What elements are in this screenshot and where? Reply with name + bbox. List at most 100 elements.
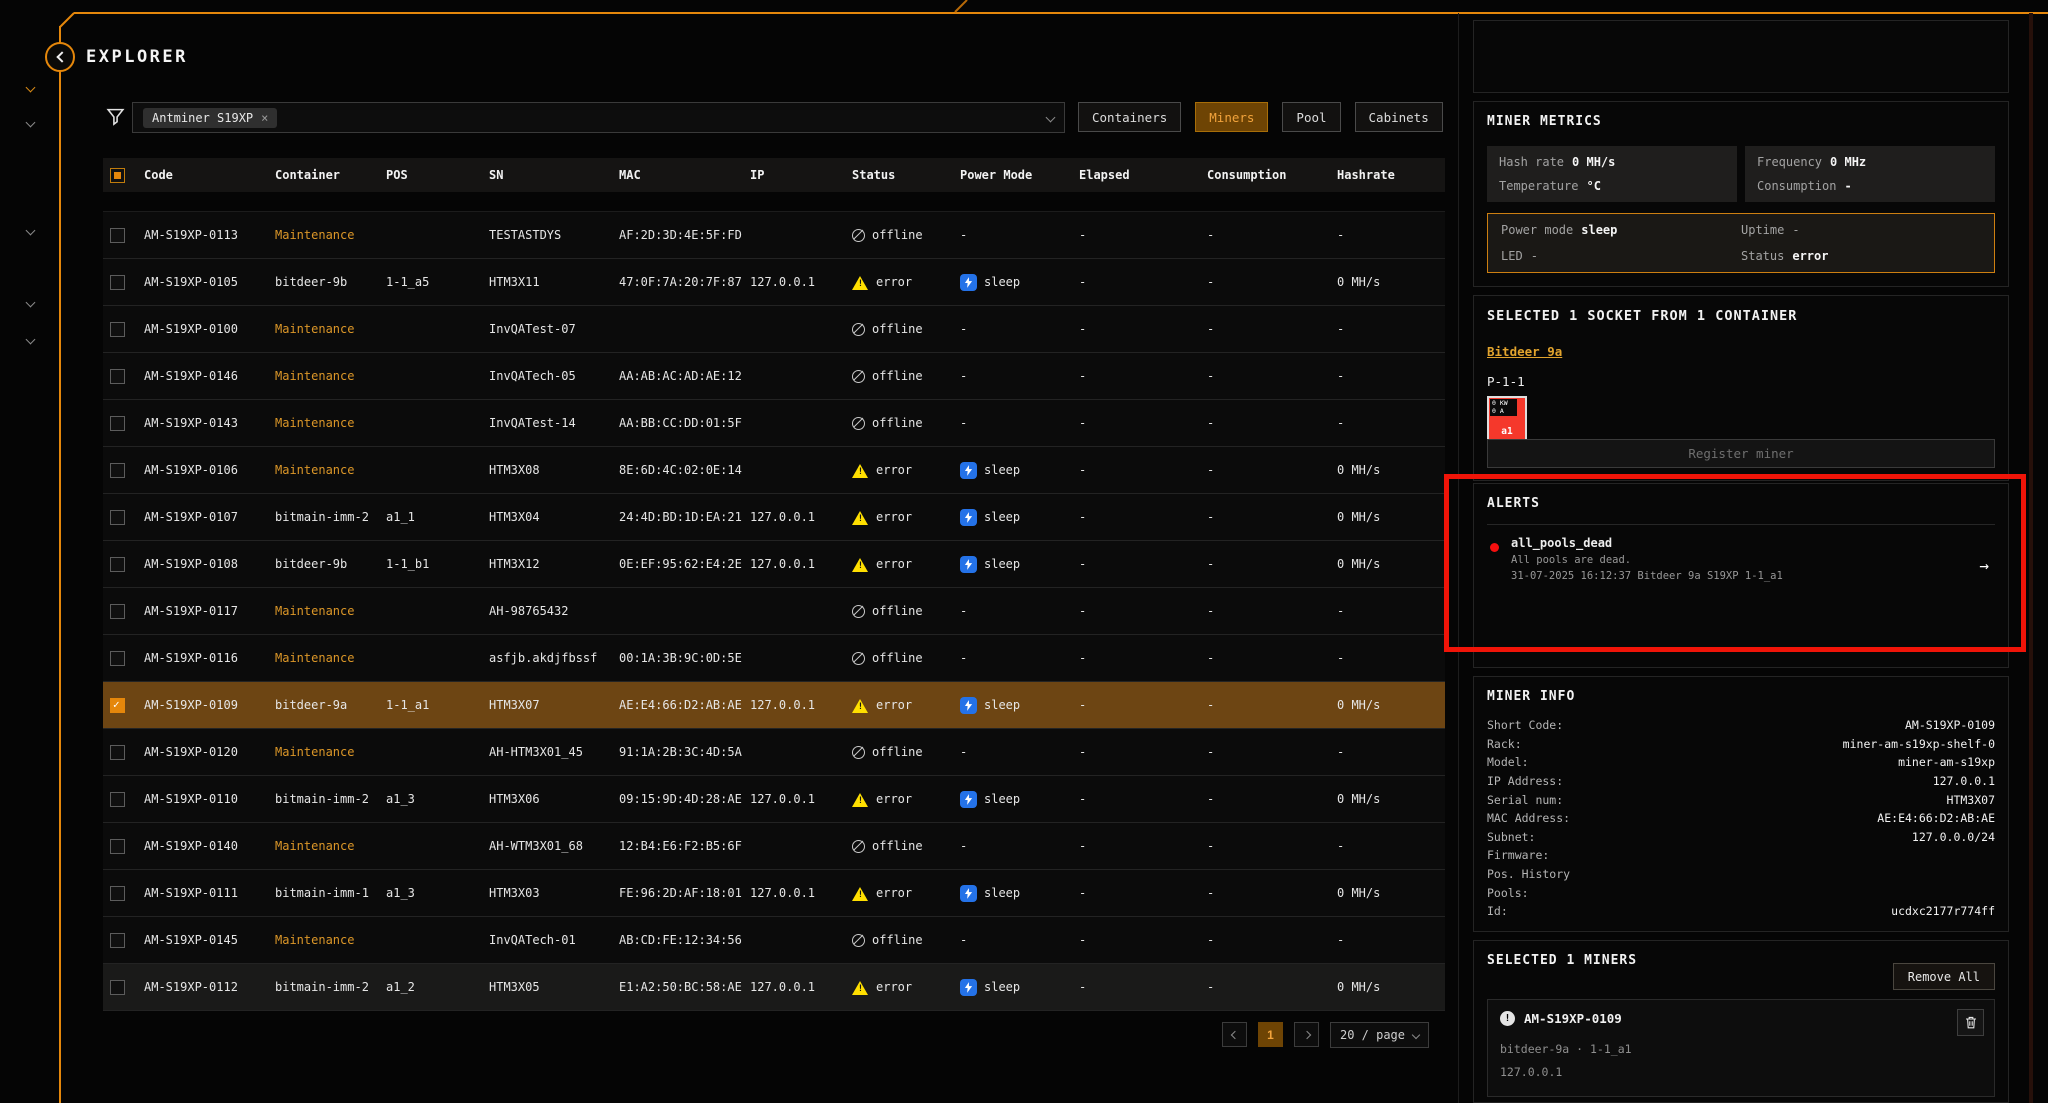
table-row[interactable]: AM-S19XP-0146 Maintenance InvQATech-05 A…: [103, 353, 1445, 400]
table-row[interactable]: AM-S19XP-0105 bitdeer-9b 1-1_a5 HTM3X11 …: [103, 259, 1445, 306]
cell-pos: 1-1_a5: [386, 259, 485, 305]
row-checkbox[interactable]: [110, 228, 125, 243]
table-row[interactable]: AM-S19XP-0100 Maintenance InvQATest-07 !…: [103, 306, 1445, 353]
row-checkbox[interactable]: [110, 557, 125, 572]
status-label: offline: [872, 322, 923, 336]
table-row[interactable]: AM-S19XP-0145 Maintenance InvQATech-01 A…: [103, 917, 1445, 964]
cell-consumption: -: [1207, 494, 1333, 540]
column-header[interactable]: Hashrate: [1337, 158, 1441, 192]
filter-input[interactable]: Antminer S19XP: [132, 102, 1065, 133]
alerts-card: ALERTS all_pools_dead All pools are dead…: [1473, 483, 2009, 668]
sidebar-chevron-down-icon[interactable]: [26, 118, 36, 128]
table-row[interactable]: AM-S19XP-0112 bitmain-imm-2 a1_2 HTM3X05…: [103, 964, 1445, 1011]
row-checkbox[interactable]: [110, 604, 125, 619]
column-header[interactable]: SN: [489, 158, 615, 192]
table-row[interactable]: AM-S19XP-0108 bitdeer-9b 1-1_b1 HTM3X12 …: [103, 541, 1445, 588]
table-body: AM-S19XP-0113 Maintenance TESTASTDYS AF:…: [103, 212, 1445, 1011]
info-label: MAC Address:: [1487, 811, 1570, 825]
row-checkbox[interactable]: [110, 416, 125, 431]
scrollbar[interactable]: [2029, 13, 2033, 1103]
row-checkbox[interactable]: [110, 275, 125, 290]
cell-sn: InvQATech-05: [489, 353, 615, 399]
row-checkbox[interactable]: [110, 933, 125, 948]
cell-status: ! error: [852, 870, 956, 916]
table-row[interactable]: AM-S19XP-0113 Maintenance TESTASTDYS AF:…: [103, 212, 1445, 259]
row-checkbox[interactable]: [110, 322, 125, 337]
table-row[interactable]: AM-S19XP-0109 bitdeer-9a 1-1_a1 HTM3X07 …: [103, 682, 1445, 729]
table-row[interactable]: AM-S19XP-0140 Maintenance AH-WTM3X01_68 …: [103, 823, 1445, 870]
next-page-button[interactable]: [1294, 1022, 1319, 1047]
info-label: Subnet:: [1487, 830, 1535, 844]
cell-ip: [750, 447, 848, 493]
row-checkbox[interactable]: [110, 792, 125, 807]
column-header[interactable]: Code: [144, 158, 271, 192]
info-label: Pools:: [1487, 886, 1529, 900]
cell-hashrate: -: [1337, 823, 1441, 869]
current-page-button[interactable]: 1: [1258, 1022, 1283, 1047]
row-checkbox[interactable]: [110, 698, 125, 713]
row-checkbox[interactable]: [110, 980, 125, 995]
container-link[interactable]: Bitdeer 9a: [1487, 344, 1562, 359]
row-checkbox[interactable]: [110, 510, 125, 525]
sidebar-chevron-down-icon[interactable]: [26, 335, 36, 345]
page-size-value: 20 / page: [1340, 1028, 1405, 1042]
table-row[interactable]: AM-S19XP-0116 Maintenance asfjb.akdjfbss…: [103, 635, 1445, 682]
socket-tile[interactable]: 0 KW 0 A a1: [1487, 396, 1527, 442]
sidebar-chevron-down-icon[interactable]: [26, 226, 36, 236]
cell-code: AM-S19XP-0140: [144, 823, 271, 869]
prev-page-button[interactable]: [1222, 1022, 1247, 1047]
page-size-select[interactable]: 20 / page: [1330, 1022, 1429, 1048]
column-header[interactable]: Consumption: [1207, 158, 1333, 192]
cell-consumption: -: [1207, 447, 1333, 493]
table-row[interactable]: AM-S19XP-0107 bitmain-imm-2 a1_1 HTM3X04…: [103, 494, 1445, 541]
delete-miner-button[interactable]: [1957, 1009, 1984, 1036]
cell-mac: AF:2D:3D:4E:5F:FD: [619, 212, 746, 258]
sidebar-chevron-down-icon[interactable]: [26, 83, 36, 93]
view-button-cabinets[interactable]: Cabinets: [1355, 102, 1443, 132]
row-checkbox[interactable]: [110, 839, 125, 854]
sleep-bolt-icon: [960, 274, 977, 291]
select-all-checkbox[interactable]: [110, 168, 125, 183]
miner-metrics-title: MINER METRICS: [1487, 114, 1995, 129]
column-header[interactable]: IP: [750, 158, 848, 192]
view-switcher: Containers Miners Pool Cabinets: [1078, 102, 1443, 132]
arrow-right-icon[interactable]: [1979, 556, 1989, 575]
row-checkbox[interactable]: [110, 886, 125, 901]
remove-tag-icon[interactable]: [261, 111, 268, 125]
sidebar-chevron-down-icon[interactable]: [26, 298, 36, 308]
view-button-pool[interactable]: Pool: [1282, 102, 1340, 132]
view-button-miners[interactable]: Miners: [1195, 102, 1268, 132]
column-header[interactable]: Power Mode: [960, 158, 1075, 192]
column-header[interactable]: Status: [852, 158, 956, 192]
cell-status: ! error: [852, 541, 956, 587]
cell-status: ! error: [852, 964, 956, 1010]
row-checkbox[interactable]: [110, 369, 125, 384]
view-button-containers[interactable]: Containers: [1078, 102, 1181, 132]
table-row[interactable]: AM-S19XP-0110 bitmain-imm-2 a1_3 HTM3X06…: [103, 776, 1445, 823]
row-checkbox[interactable]: [110, 651, 125, 666]
remove-all-button[interactable]: Remove All: [1893, 963, 1995, 990]
cell-consumption: -: [1207, 353, 1333, 399]
column-header[interactable]: MAC: [619, 158, 746, 192]
column-header[interactable]: Container: [275, 158, 382, 192]
cell-mac: FE:96:2D:AF:18:01: [619, 870, 746, 916]
table-row[interactable]: AM-S19XP-0111 bitmain-imm-1 a1_3 HTM3X03…: [103, 870, 1445, 917]
table-row[interactable]: AM-S19XP-0117 Maintenance AH-98765432 ! …: [103, 588, 1445, 635]
sleep-bolt-icon: [960, 979, 977, 996]
column-header[interactable]: Elapsed: [1079, 158, 1203, 192]
row-checkbox[interactable]: [110, 463, 125, 478]
column-header[interactable]: POS: [386, 158, 485, 192]
table-row[interactable]: AM-S19XP-0143 Maintenance InvQATest-14 A…: [103, 400, 1445, 447]
cell-sn: TESTASTDYS: [489, 212, 615, 258]
row-checkbox[interactable]: [110, 745, 125, 760]
register-miner-button[interactable]: Register miner: [1487, 439, 1995, 468]
table-row[interactable]: AM-S19XP-0120 Maintenance AH-HTM3X01_45 …: [103, 729, 1445, 776]
cell-hashrate: 0 MH/s: [1337, 776, 1441, 822]
cell-consumption: -: [1207, 400, 1333, 446]
table-row[interactable]: AM-S19XP-0106 Maintenance HTM3X08 8E:6D:…: [103, 447, 1445, 494]
back-button[interactable]: [45, 42, 75, 72]
filter-tag[interactable]: Antminer S19XP: [143, 108, 277, 128]
dropdown-chevron-icon[interactable]: [1046, 113, 1056, 123]
alert-item[interactable]: all_pools_dead All pools are dead. 31-07…: [1487, 536, 1995, 582]
cell-code: AM-S19XP-0100: [144, 306, 271, 352]
